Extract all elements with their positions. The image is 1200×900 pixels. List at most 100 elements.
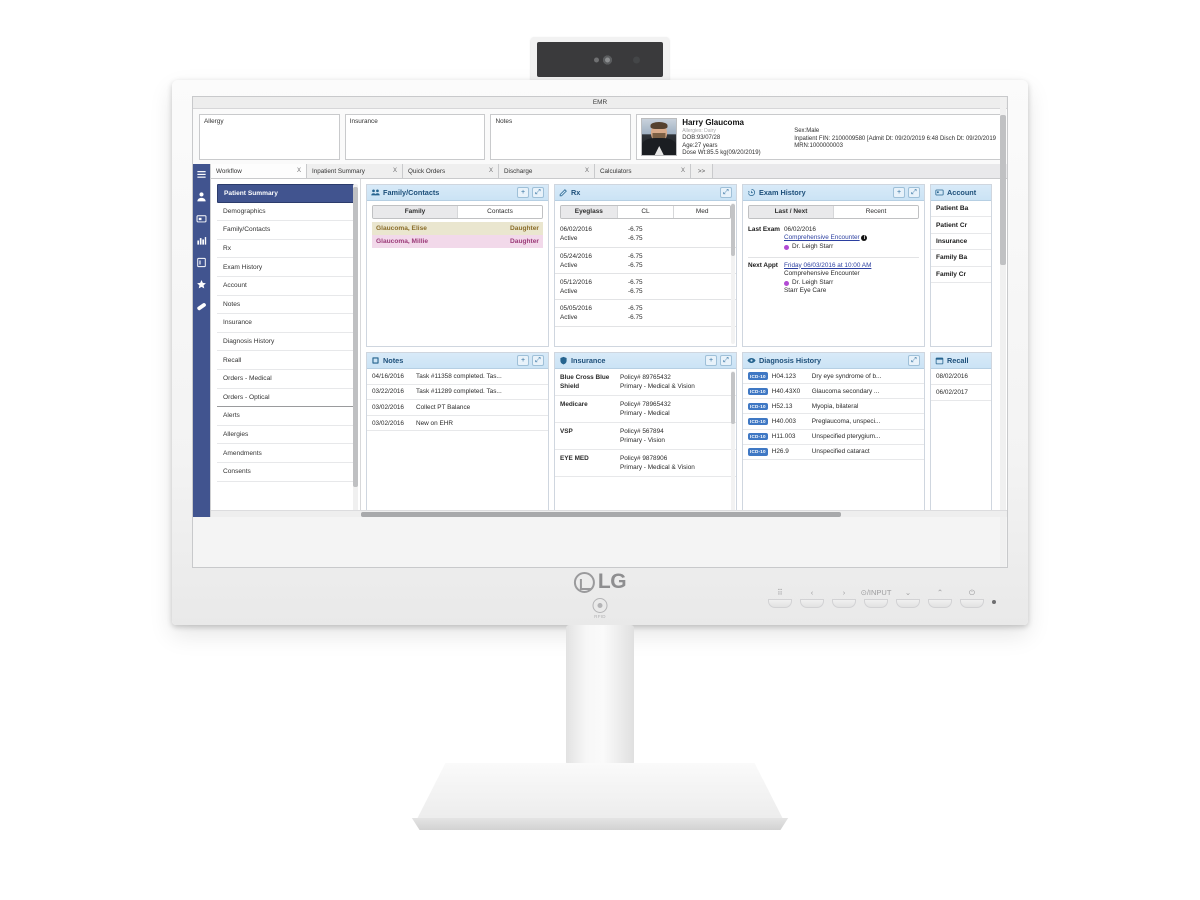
family-row[interactable]: Glaucoma, Millie Daughter	[372, 234, 543, 248]
tab-discharge-close-icon[interactable]: X	[585, 168, 589, 174]
diagnosis-row[interactable]: ICD-10 H52.13 Myopia, bilateral	[743, 399, 924, 415]
nav-item-exam-history[interactable]: Exam History	[217, 258, 354, 277]
diagnosis-row[interactable]: ICD-10 H11.003 Unspecified pterygium...	[743, 430, 924, 445]
nav-item-family-contacts[interactable]: Family/Contacts	[217, 221, 354, 240]
tab-discharge[interactable]: Discharge X	[499, 164, 595, 178]
insurance-row[interactable]: VSP Policy# 567894 Primary - Vision	[555, 423, 736, 450]
note-row[interactable]: 03/22/2016 Task #11289 completed. Tas...	[367, 385, 548, 401]
diagnosis-row[interactable]: ICD-10 H26.9 Unspecified cataract	[743, 445, 924, 460]
recall-row[interactable]: 08/02/2016	[931, 369, 991, 385]
family-tab-contacts[interactable]: Contacts	[458, 206, 542, 218]
nav-item-patient-summary[interactable]: Patient Summary	[217, 184, 354, 203]
exam-tab-recent[interactable]: Recent	[834, 206, 918, 218]
document-icon[interactable]	[196, 257, 207, 268]
account-row[interactable]: Patient Ba	[931, 201, 991, 218]
nav-item-diagnosis-history[interactable]: Diagnosis History	[217, 333, 354, 352]
exam-tab-last-next[interactable]: Last / Next	[749, 206, 834, 218]
rx-row[interactable]: 05/24/2016 Active -6.75 -6.75	[555, 248, 736, 275]
nav-item-amendments[interactable]: Amendments	[217, 444, 354, 463]
account-row[interactable]: Patient Cr	[931, 217, 991, 234]
rx-row-date: 06/02/2016	[560, 226, 592, 234]
note-row[interactable]: 03/02/2016 Collect PT Balance	[367, 400, 548, 416]
nav-item-allergies[interactable]: Allergies	[217, 426, 354, 445]
rx-row[interactable]: 06/02/2016 Active -6.75 -6.75	[555, 222, 736, 248]
nav-item-demographics[interactable]: Demographics	[217, 203, 354, 222]
nav-item-alerts[interactable]: Alerts	[217, 407, 354, 426]
rx-tab-eyeglass[interactable]: Eyeglass	[561, 206, 618, 218]
account-row[interactable]: Insurance	[931, 234, 991, 251]
rx-expand-button[interactable]: ⤢	[720, 187, 732, 198]
family-add-button[interactable]: +	[517, 187, 529, 198]
note-row[interactable]: 04/16/2016 Task #11358 completed. Tas...	[367, 369, 548, 385]
input-button[interactable]: ⊙/INPUT	[861, 588, 891, 608]
family-tab-family[interactable]: Family	[373, 206, 458, 218]
family-row[interactable]: Glaucoma, Elise Daughter	[372, 221, 543, 235]
notes-add-button[interactable]: +	[517, 355, 529, 366]
nav-item-orders-optical[interactable]: Orders - Optical	[217, 389, 354, 408]
diagnosis-row[interactable]: ICD-10 H04.123 Dry eye syndrome of b...	[743, 369, 924, 385]
tab-calculators-close-icon[interactable]: X	[681, 168, 685, 174]
star-icon[interactable]	[196, 279, 207, 290]
exam-next-date-link[interactable]: Friday 06/03/2016 at 10:00 AM	[784, 262, 871, 269]
rx-row[interactable]: 05/12/2016 Active -6.75 -6.75	[555, 274, 736, 301]
diagnosis-expand-button[interactable]: ⤢	[908, 355, 920, 366]
insurance-row[interactable]: Medicare Policy# 78965432 Primary - Medi…	[555, 396, 736, 423]
card-icon[interactable]	[196, 213, 207, 224]
insurance-expand-button[interactable]: ⤢	[720, 355, 732, 366]
nav-scrollbar-thumb[interactable]	[353, 187, 358, 487]
patient-icon[interactable]	[196, 191, 207, 202]
tab-workflow-close-icon[interactable]: X	[297, 168, 301, 174]
insurance-banner-box[interactable]: Insurance	[344, 114, 486, 160]
rx-row[interactable]: 05/05/2016 Active -6.75 -6.75	[555, 300, 736, 327]
info-icon[interactable]: i	[861, 235, 868, 242]
pill-icon[interactable]	[196, 301, 207, 312]
chart-icon[interactable]	[196, 235, 207, 246]
family-group-icon	[371, 188, 380, 197]
nav-item-insurance[interactable]: Insurance	[217, 314, 354, 333]
page-scrollbar-thumb[interactable]	[1000, 115, 1006, 265]
horizontal-scrollbar-track[interactable]	[211, 510, 1007, 517]
right-button[interactable]: ›	[832, 588, 856, 608]
tab-quick-orders[interactable]: Quick Orders X	[403, 164, 499, 178]
left-button[interactable]: ‹	[800, 588, 824, 608]
diagnosis-row[interactable]: ICD-10 H40.43X0 Glaucoma secondary ...	[743, 384, 924, 400]
tab-overflow-button[interactable]: >>	[691, 164, 713, 178]
rx-tab-med[interactable]: Med	[674, 206, 730, 218]
power-button[interactable]: ⏻	[960, 588, 984, 608]
nav-item-orders-medical[interactable]: Orders - Medical	[217, 370, 354, 389]
tab-inpatient-summary[interactable]: Inpatient Summary X	[307, 164, 403, 178]
notes-banner-box[interactable]: Notes	[490, 114, 632, 160]
insurance-scrollbar-thumb[interactable]	[731, 372, 735, 424]
rx-tab-cl[interactable]: CL	[617, 206, 675, 218]
account-row[interactable]: Family Ba	[931, 250, 991, 267]
nav-item-recall[interactable]: Recall	[217, 351, 354, 370]
tab-calculators[interactable]: Calculators X	[595, 164, 691, 178]
tab-workflow[interactable]: Workflow X	[211, 164, 307, 178]
menu-grid-button[interactable]: ⠿	[768, 588, 792, 608]
account-row[interactable]: Family Cr	[931, 267, 991, 283]
insurance-row[interactable]: EYE MED Policy# 9878906 Primary - Medica…	[555, 450, 736, 477]
horizontal-scrollbar-thumb[interactable]	[361, 512, 841, 517]
hamburger-menu-icon[interactable]	[196, 169, 207, 180]
notes-expand-button[interactable]: ⤢	[532, 355, 544, 366]
down-button[interactable]: ⌄	[896, 588, 920, 608]
insurance-row[interactable]: Blue Cross Blue Shield Policy# 89765432 …	[555, 369, 736, 396]
exam-add-button[interactable]: +	[893, 187, 905, 198]
note-row-date: 03/02/2016	[372, 419, 404, 427]
insurance-add-button[interactable]: +	[705, 355, 717, 366]
diagnosis-row[interactable]: ICD-10 H40.003 Preglaucoma, unspeci...	[743, 414, 924, 430]
nav-item-notes[interactable]: Notes	[217, 296, 354, 315]
nav-item-account[interactable]: Account	[217, 277, 354, 296]
family-expand-button[interactable]: ⤢	[532, 187, 544, 198]
nav-item-rx[interactable]: Rx	[217, 240, 354, 259]
allergy-banner-box[interactable]: Allergy	[199, 114, 340, 160]
nav-item-consents[interactable]: Consents	[217, 463, 354, 482]
up-button[interactable]: ⌃	[928, 588, 952, 608]
exam-expand-button[interactable]: ⤢	[908, 187, 920, 198]
exam-last-type-link[interactable]: Comprehensive Encounter	[784, 234, 860, 241]
tab-inpatient-summary-close-icon[interactable]: X	[393, 168, 397, 174]
rx-scrollbar-thumb[interactable]	[731, 204, 735, 256]
note-row[interactable]: 03/02/2016 New on EHR	[367, 416, 548, 432]
tab-quick-orders-close-icon[interactable]: X	[489, 168, 493, 174]
recall-row[interactable]: 06/02/2017	[931, 385, 991, 401]
